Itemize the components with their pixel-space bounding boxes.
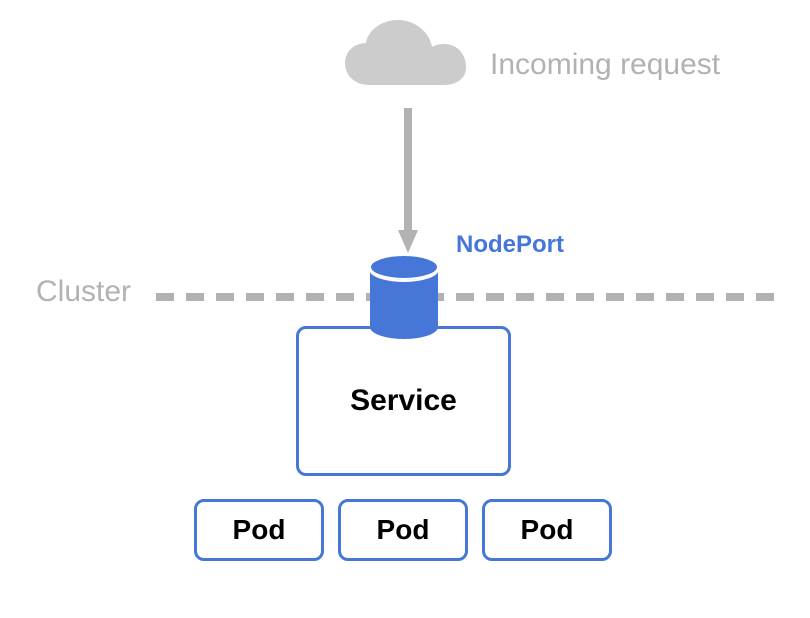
service-label: Service [350, 384, 457, 418]
cluster-boundary-line [156, 293, 786, 301]
pod-box: Pod [338, 499, 468, 561]
nodeport-cylinder-icon [368, 253, 440, 346]
pod-label: Pod [233, 514, 286, 546]
nodeport-label: NodePort [456, 231, 564, 259]
cluster-label: Cluster [36, 275, 131, 309]
service-box: Service [296, 326, 511, 476]
arrow-down-icon [398, 108, 418, 258]
pod-label: Pod [521, 514, 574, 546]
pod-box: Pod [194, 499, 324, 561]
pod-box: Pod [482, 499, 612, 561]
incoming-request-label: Incoming request [490, 48, 720, 82]
pod-label: Pod [377, 514, 430, 546]
cloud-icon [340, 15, 470, 110]
